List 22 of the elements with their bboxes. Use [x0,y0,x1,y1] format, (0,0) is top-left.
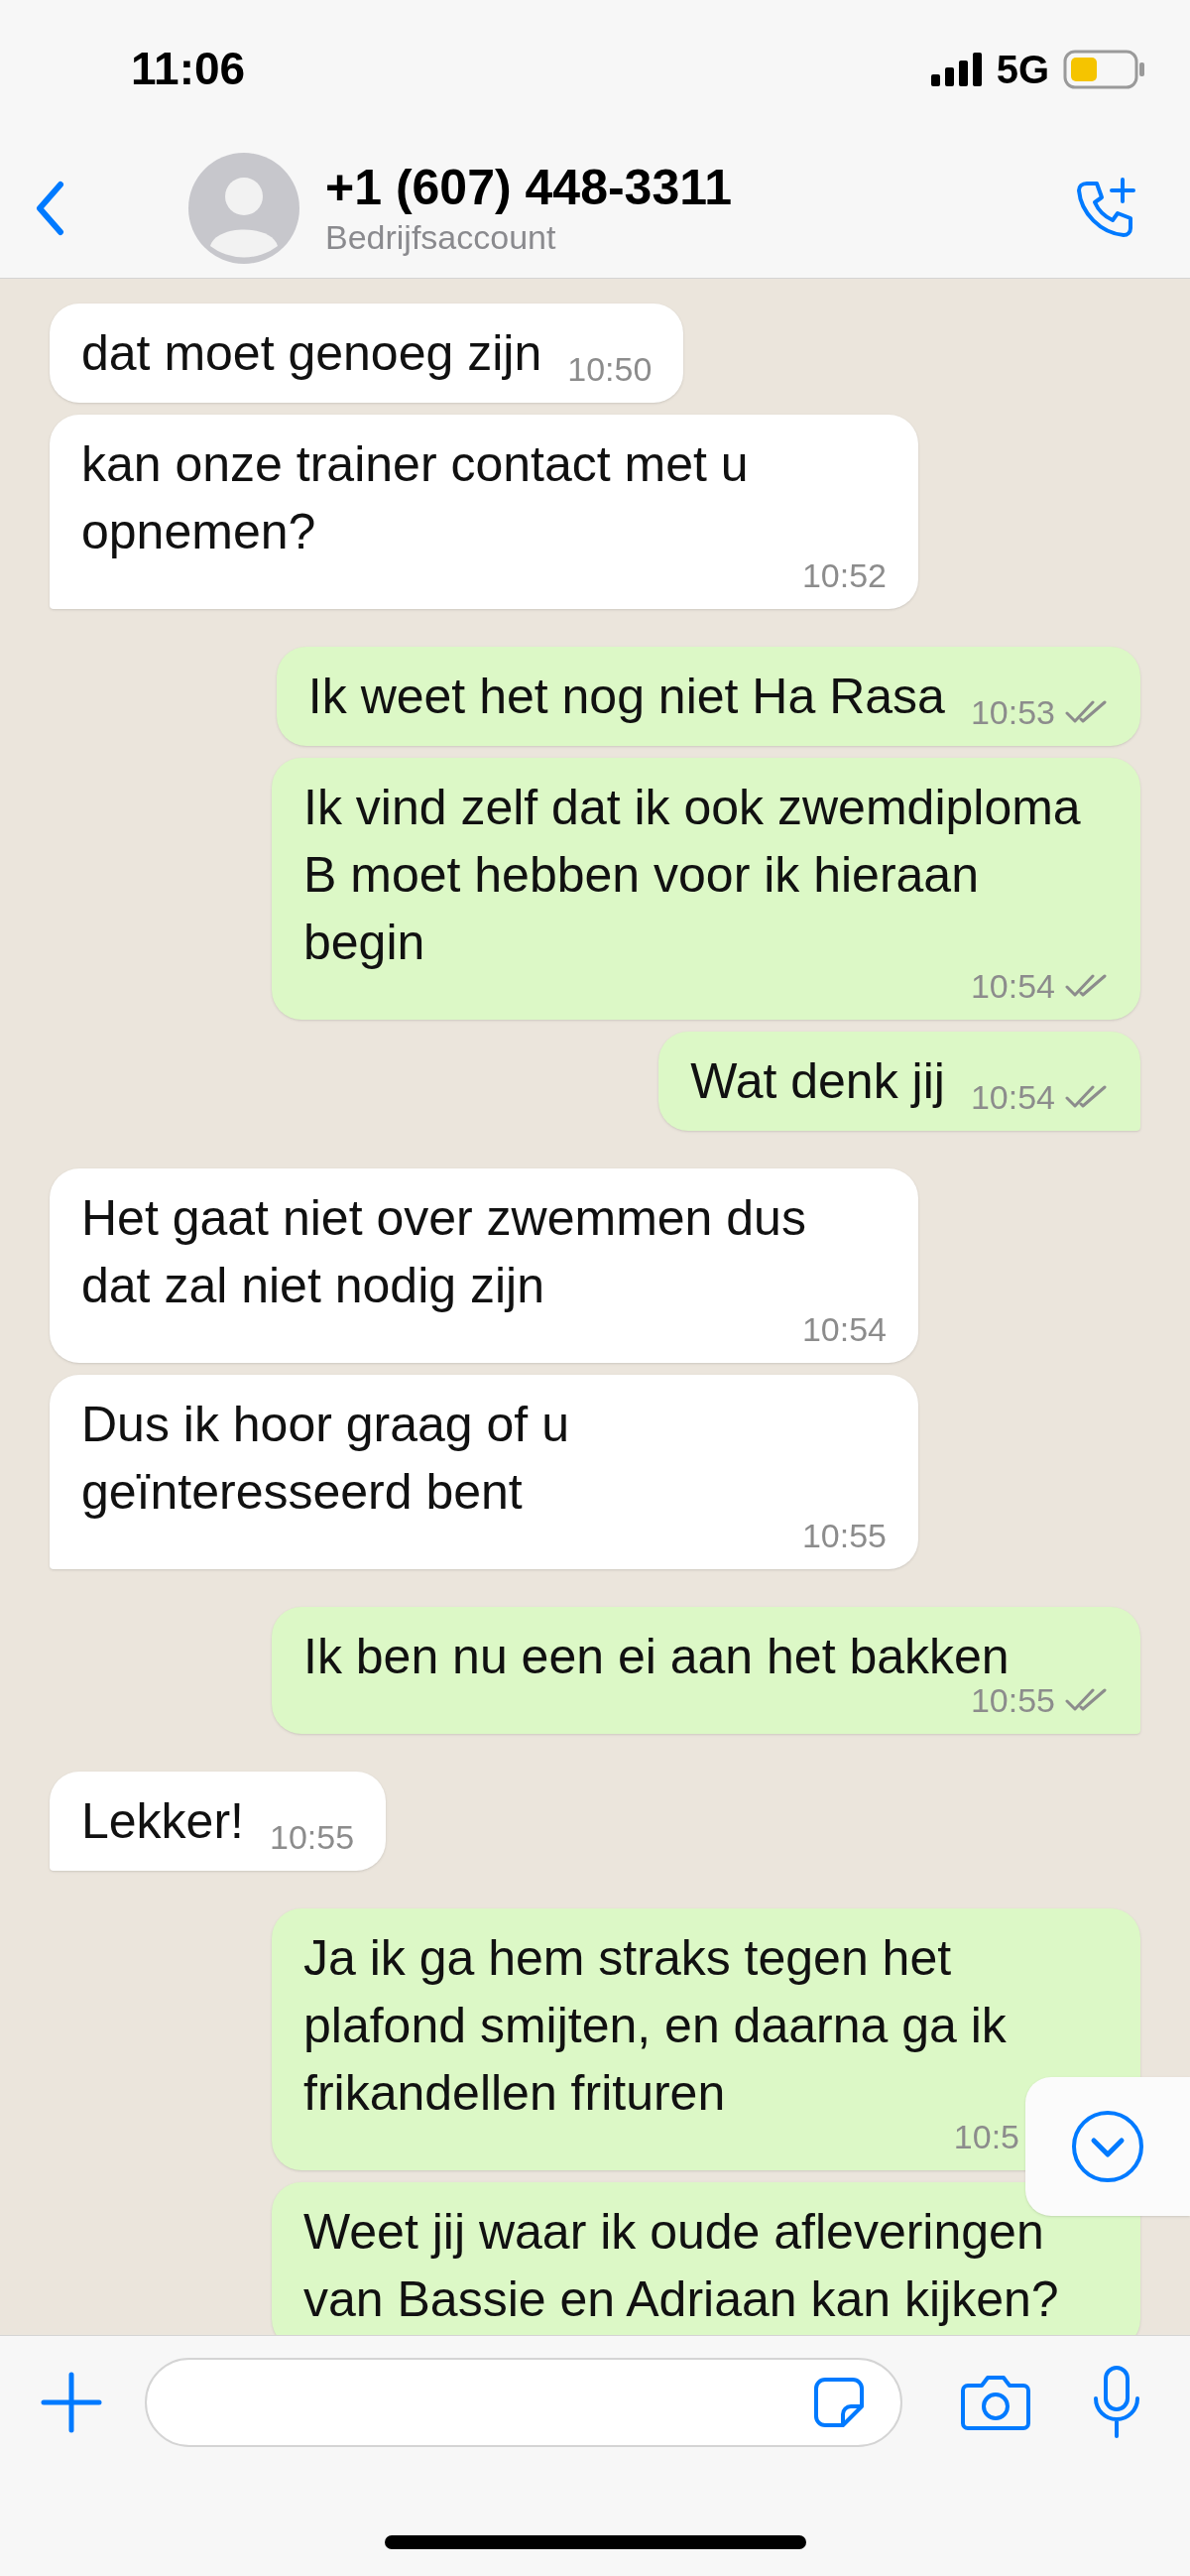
timestamp: 10:55 [801,1516,887,1555]
timestamp: 10:53 [970,692,1055,732]
contact-name[interactable]: +1 (607) 448-3311 [325,158,733,216]
timestamp: 10:52 [801,555,887,595]
timestamp: 10:55 [269,1817,355,1857]
sticker-icon[interactable] [813,2377,865,2428]
timestamp: 10:50 [567,349,653,389]
message-text: Dus ik hoor graag of u geïnteresseerd bent [81,1396,570,1522]
battery-icon [1063,49,1146,89]
add-button[interactable] [41,2372,102,2433]
chevron-down-icon [1070,2109,1145,2184]
message-text: Ik weet het nog niet Ha Rasa [307,668,945,726]
signal-icon [930,52,983,86]
timestamp: 10:54 [970,1077,1055,1117]
message-text: kan onze trainer contact met u opnemen? [81,435,750,561]
contact-subtitle: Bedrijfsaccount [325,216,557,258]
message-text: dat moet genoeg zijn [81,324,542,383]
status-time: 11:06 [131,42,246,97]
message-text: Lekker! [81,1792,244,1851]
message-text: Weet jij waar ik oude afleveringen van Bassie en Adriaan kan kijken? [303,2203,1060,2329]
message-text: Wat denk jij [690,1052,945,1111]
network-label: 5G [996,46,1049,93]
